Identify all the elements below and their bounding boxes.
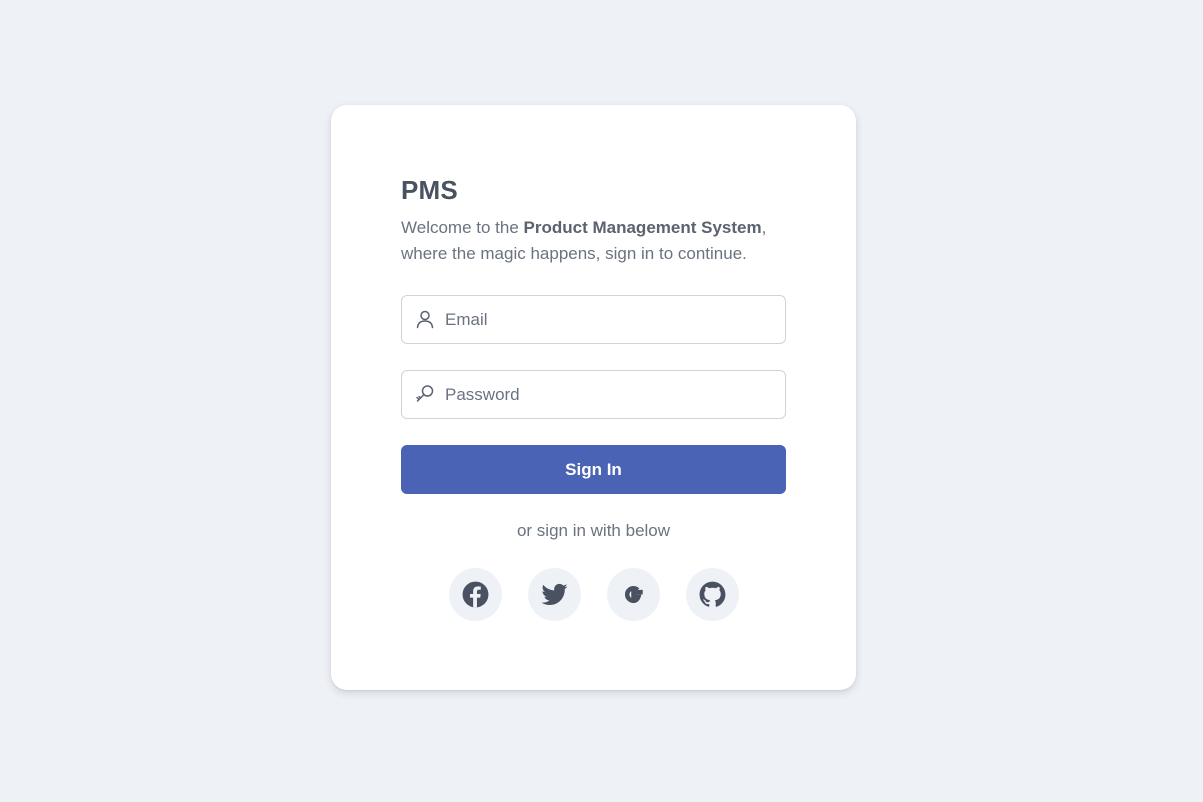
github-icon	[699, 581, 725, 607]
login-form: PMS Welcome to the Product Management Sy…	[401, 175, 786, 621]
twitter-icon	[540, 583, 567, 605]
welcome-text: Welcome to the Product Management System…	[401, 215, 786, 267]
github-button[interactable]	[685, 568, 739, 621]
welcome-system-name: Product Management System	[523, 218, 762, 237]
password-field[interactable]	[401, 370, 786, 419]
login-card: PMS Welcome to the Product Management Sy…	[331, 105, 856, 690]
email-input[interactable]	[445, 296, 775, 343]
facebook-button[interactable]	[448, 568, 502, 621]
key-icon	[415, 384, 435, 404]
email-field[interactable]	[401, 295, 786, 344]
social-login-buttons	[401, 568, 786, 621]
google-button[interactable]	[606, 568, 660, 621]
app-title: PMS	[401, 175, 458, 205]
google-icon	[624, 585, 643, 604]
password-input[interactable]	[445, 371, 775, 418]
twitter-button[interactable]	[527, 568, 581, 621]
sign-in-button[interactable]: Sign In	[401, 445, 786, 494]
welcome-prefix: Welcome to the	[401, 218, 524, 237]
facebook-icon	[462, 581, 488, 608]
alternative-signin-text: or sign in with below	[516, 521, 671, 540]
user-icon	[415, 309, 435, 329]
